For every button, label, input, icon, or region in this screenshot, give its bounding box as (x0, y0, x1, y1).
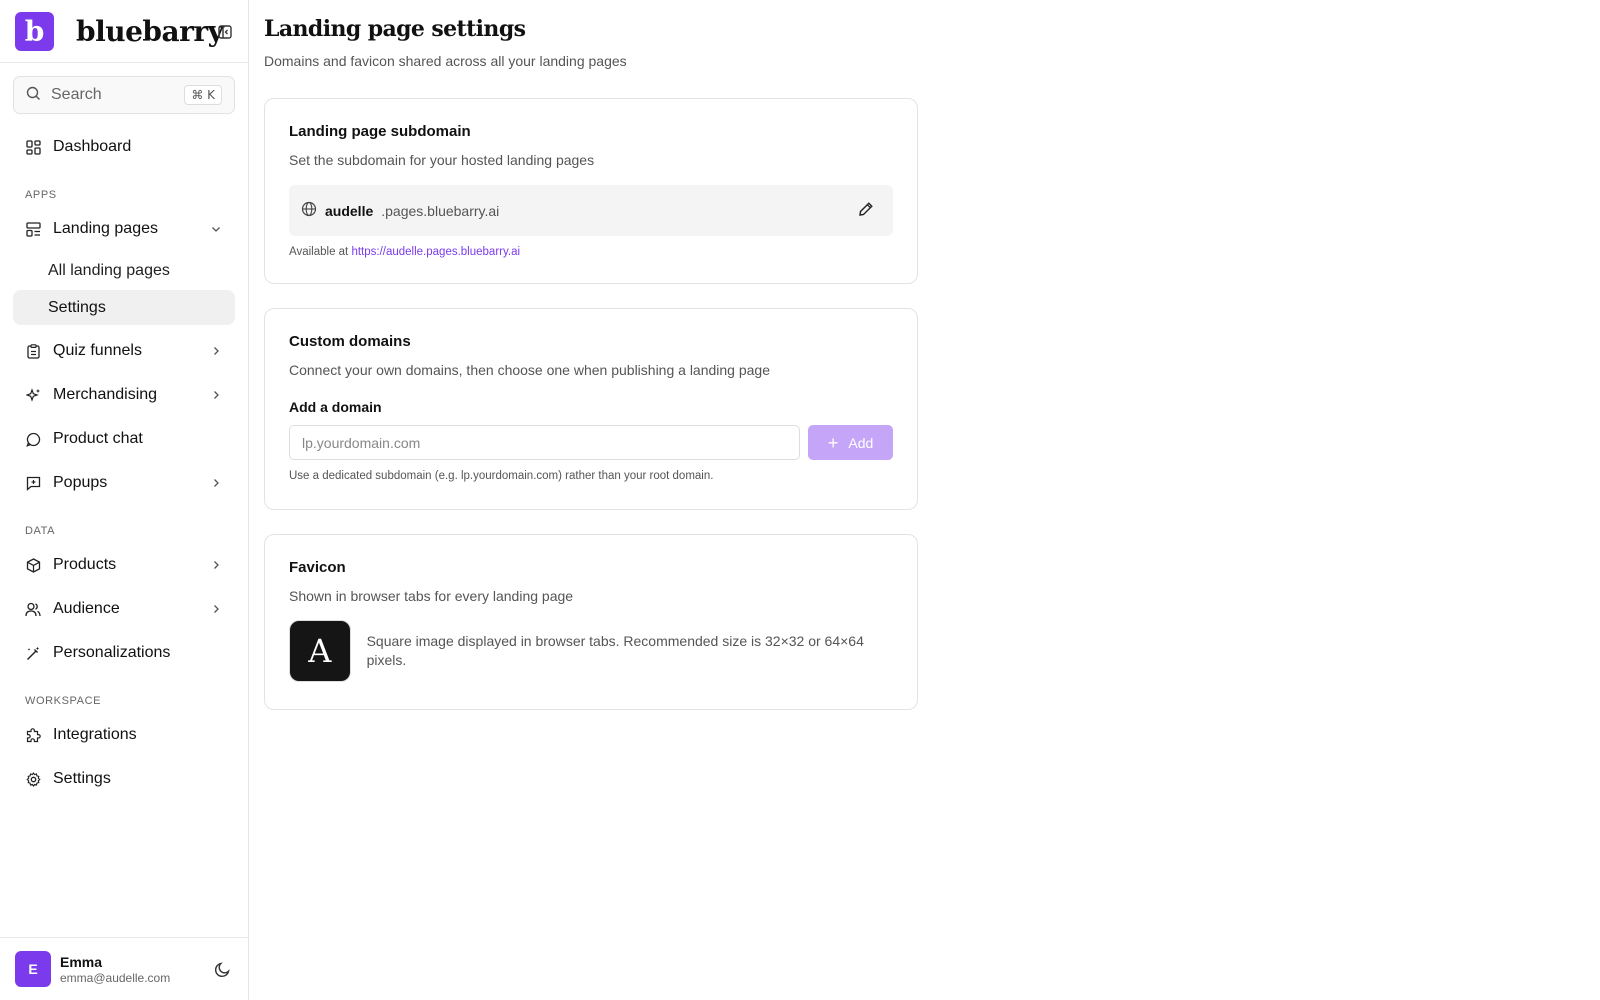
sidebar-item-settings[interactable]: Settings (0, 757, 248, 801)
chat-bubble-icon (25, 431, 41, 447)
add-domain-row: + Add (289, 425, 893, 460)
users-icon (25, 601, 41, 617)
sidebar-item-label: Audience (53, 600, 120, 617)
card-description: Set the subdomain for your hosted landin… (289, 152, 595, 168)
search-shortcut-badge: ⌘ K (184, 85, 222, 105)
magic-wand-icon (25, 645, 41, 661)
search-box[interactable]: Search ⌘ K (13, 76, 235, 114)
puzzle-icon (25, 727, 41, 743)
sidebar-item-merchandising[interactable]: Merchandising (0, 373, 248, 417)
search-icon (26, 86, 41, 104)
user-email: emma@audelle.com (60, 970, 171, 985)
available-prefix: Available at (289, 246, 349, 258)
card-title: Favicon (289, 559, 346, 576)
sidebar-item-label: Popups (53, 474, 108, 491)
main-content: Landing page settings Domains and favico… (249, 0, 1600, 1000)
brand-name: bluebarry (76, 14, 224, 48)
brand-logo[interactable]: b (15, 11, 54, 51)
subdomain-url-link[interactable]: https://audelle.pages.bluebarry.ai (351, 246, 520, 258)
section-label-workspace: WORKSPACE (25, 695, 102, 707)
section-label-data: DATA (25, 525, 56, 537)
sidebar-item-quiz-funnels[interactable]: Quiz funnels (0, 329, 248, 373)
available-at-text: Available at https://audelle.pages.blueb… (289, 246, 893, 258)
sidebar-item-label: Merchandising (53, 386, 158, 403)
chevron-right-icon (209, 558, 223, 572)
sidebar-subitem-all-landing-pages[interactable]: All landing pages (0, 251, 248, 290)
favicon-card: Favicon Shown in browser tabs for every … (264, 534, 918, 710)
sidebar-item-label: Integrations (53, 726, 137, 743)
chevron-right-icon (209, 388, 223, 402)
search-placeholder: Search (51, 86, 102, 103)
sidebar-item-personalizations[interactable]: Personalizations (0, 631, 248, 675)
subdomain-card: Landing page subdomain Set the subdomain… (264, 98, 918, 284)
sidebar-item-landing-pages[interactable]: Landing pages (0, 207, 248, 251)
sidebar-item-product-chat[interactable]: Product chat (0, 417, 248, 461)
favicon-preview[interactable]: A (289, 620, 351, 682)
chevron-right-icon (209, 344, 223, 358)
sidebar-item-audience[interactable]: Audience (0, 587, 248, 631)
sidebar-item-label: Dashboard (53, 138, 132, 155)
sidebar-item-dashboard[interactable]: Dashboard (0, 125, 248, 169)
chevron-down-icon (209, 222, 223, 236)
sidebar-item-label: Settings (53, 770, 111, 787)
page-title: Landing page settings (264, 16, 526, 42)
card-title: Custom domains (289, 333, 411, 350)
avatar: E (15, 951, 51, 987)
chevron-right-icon (209, 602, 223, 616)
subdomain-suffix: .pages.bluebarry.ai (381, 202, 500, 219)
globe-icon (301, 201, 317, 220)
popup-icon (25, 475, 41, 491)
sidebar-collapse-icon[interactable] (217, 24, 233, 40)
app-root: b bluebarry Search ⌘ K Dashboard APPS La… (0, 0, 1600, 1000)
layout-icon (25, 221, 41, 237)
pencil-icon (858, 201, 874, 220)
gear-icon (25, 771, 41, 787)
sidebar-item-products[interactable]: Products (0, 543, 248, 587)
subdomain-value: audelle (325, 202, 374, 219)
sidebar-item-label: Quiz funnels (53, 342, 142, 359)
favicon-row: A Square image displayed in browser tabs… (289, 620, 893, 682)
domain-hint: Use a dedicated subdomain (e.g. lp.yourd… (289, 470, 714, 482)
moon-icon[interactable] (213, 959, 233, 979)
section-label-apps: APPS (25, 189, 57, 201)
domain-input[interactable] (289, 425, 801, 460)
page-subtitle: Domains and favicon shared across all yo… (264, 53, 627, 69)
user-info: Emma emma@audelle.com (60, 954, 213, 985)
brand-header: b bluebarry (0, 0, 248, 63)
add-button-label: Add (848, 434, 874, 451)
dashboard-icon (25, 139, 41, 155)
add-domain-button[interactable]: + Add (808, 425, 893, 460)
chevron-right-icon (209, 476, 223, 490)
package-icon (25, 557, 41, 573)
user-profile[interactable]: E Emma emma@audelle.com (0, 937, 248, 1000)
sidebar: b bluebarry Search ⌘ K Dashboard APPS La… (0, 0, 249, 1000)
subdomain-display: audelle .pages.bluebarry.ai (289, 185, 893, 236)
card-title: Landing page subdomain (289, 123, 471, 140)
sidebar-item-label: Product chat (53, 430, 143, 447)
card-description: Connect your own domains, then choose on… (289, 362, 771, 378)
sparkles-icon (25, 387, 41, 403)
sidebar-item-popups[interactable]: Popups (0, 461, 248, 505)
user-name: Emma (60, 953, 103, 970)
plus-icon: + (827, 432, 839, 453)
clipboard-icon (25, 343, 41, 359)
sidebar-item-label: Products (53, 556, 117, 573)
add-domain-label: Add a domain (289, 399, 382, 415)
sidebar-item-integrations[interactable]: Integrations (0, 713, 248, 757)
custom-domains-card: Custom domains Connect your own domains,… (264, 308, 918, 510)
sidebar-subitem-settings[interactable]: Settings (13, 290, 235, 325)
sidebar-item-label: Landing pages (53, 220, 158, 237)
edit-subdomain-button[interactable] (851, 196, 881, 226)
sidebar-item-label: Personalizations (53, 644, 171, 661)
card-description: Shown in browser tabs for every landing … (289, 588, 574, 604)
sidebar-nav: Dashboard APPS Landing pages All landing… (0, 125, 248, 801)
favicon-info: Square image displayed in browser tabs. … (366, 633, 864, 668)
